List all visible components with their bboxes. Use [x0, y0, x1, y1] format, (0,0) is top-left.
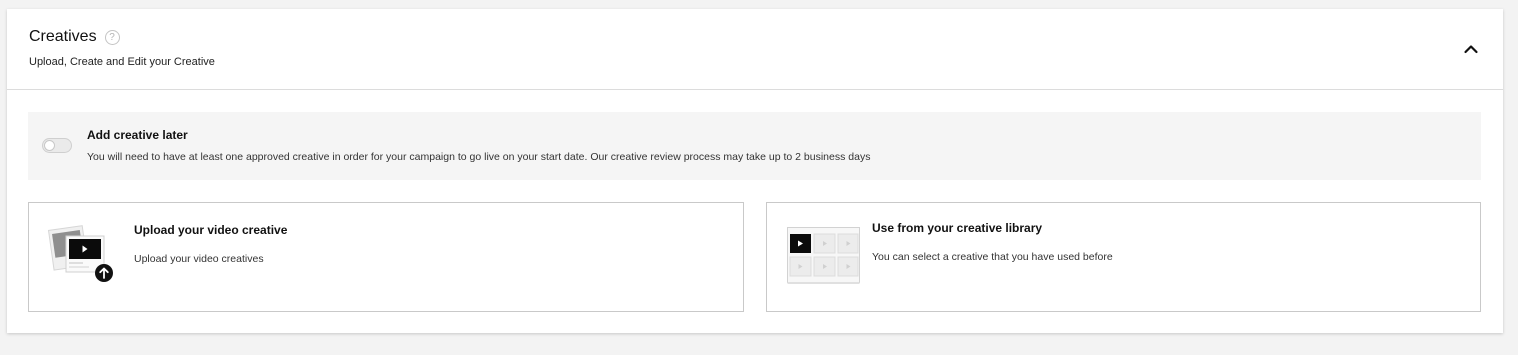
upload-card-description: Upload your video creatives — [134, 253, 264, 265]
add-creative-later-toggle[interactable] — [42, 138, 72, 153]
add-creative-later-section: Add creative later You will need to have… — [28, 112, 1481, 180]
video-upload-icon — [47, 222, 117, 289]
title-row: Creatives ? — [29, 28, 120, 46]
add-creative-later-description: You will need to have at least one appro… — [87, 151, 871, 163]
creatives-header: Creatives ? Upload, Create and Edit your… — [7, 9, 1503, 90]
help-icon[interactable]: ? — [104, 29, 120, 45]
section-subtitle: Upload, Create and Edit your Creative — [29, 56, 215, 68]
library-card-title: Use from your creative library — [872, 221, 1043, 235]
collapse-button[interactable] — [1463, 41, 1479, 57]
creatives-panel: Creatives ? Upload, Create and Edit your… — [7, 9, 1503, 333]
section-title: Creatives — [29, 28, 97, 45]
library-card-description: You can select a creative that you have … — [872, 251, 1113, 263]
upload-card-title: Upload your video creative — [134, 223, 288, 237]
upload-video-card[interactable]: Upload your video creative Upload your v… — [28, 202, 744, 312]
toggle-knob — [44, 140, 55, 151]
creative-library-card[interactable]: Use from your creative library You can s… — [766, 202, 1481, 312]
add-creative-later-title: Add creative later — [87, 128, 188, 142]
chevron-up-icon — [1464, 45, 1478, 54]
creative-library-icon — [787, 227, 861, 290]
